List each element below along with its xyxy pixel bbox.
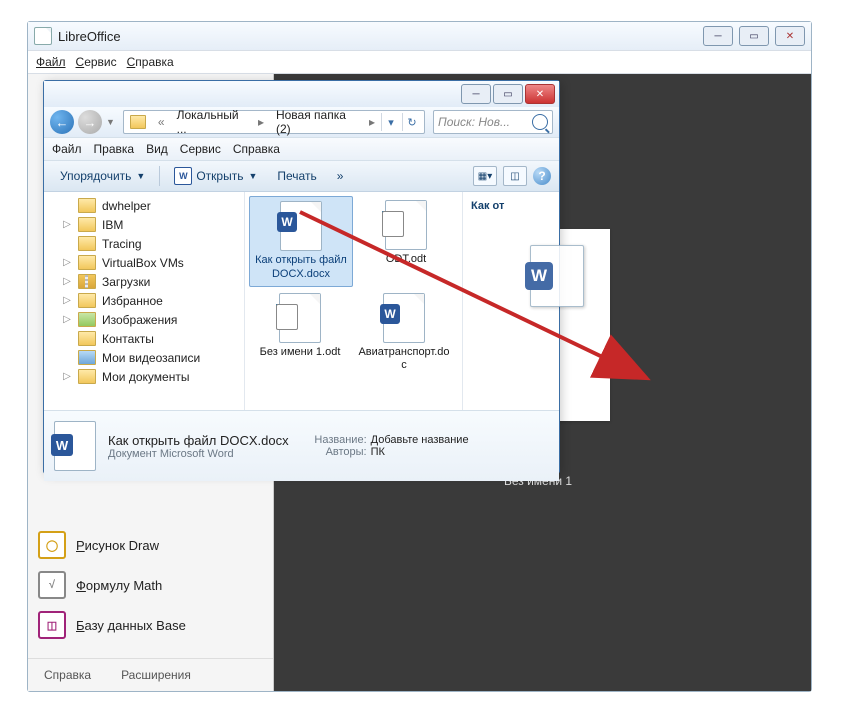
menu-view[interactable]: Вид <box>146 142 168 156</box>
open-button[interactable]: W Открыть▼ <box>166 164 265 188</box>
details-filetype: Документ Microsoft Word <box>108 448 289 460</box>
explorer-maximize-button[interactable]: ▭ <box>493 84 523 104</box>
tree-item[interactable]: Контакты <box>44 329 244 348</box>
menu-file[interactable]: Файл <box>36 55 66 69</box>
help-button[interactable]: ? <box>533 167 551 185</box>
start-item-base[interactable]: ◫ Базу данных Base <box>28 605 273 645</box>
chevron-icon: ▷ <box>62 276 72 287</box>
view-mode-button[interactable]: ▦▾ <box>473 166 497 186</box>
details-filename: Как открыть файл DOCX.docx <box>108 433 289 448</box>
start-item-math[interactable]: √ Формулу Math <box>28 565 273 605</box>
file-icon <box>276 201 326 251</box>
toolbar-more[interactable]: » <box>329 166 352 186</box>
menu-help[interactable]: Справка <box>127 55 174 69</box>
word-icon: W <box>174 167 192 185</box>
folder-icon <box>130 115 146 129</box>
tree-item[interactable]: ▷Избранное <box>44 291 244 310</box>
nav-history-arrow[interactable]: ▼ <box>106 117 115 127</box>
document-icon <box>34 27 52 45</box>
math-icon: √ <box>38 571 66 599</box>
menu-tools[interactable]: Сервис <box>180 142 221 156</box>
file-item[interactable]: Как открыть файл DOCX.docx <box>249 196 353 287</box>
tree-item[interactable]: ▷Мои документы <box>44 367 244 386</box>
file-icon <box>379 293 429 343</box>
nav-forward-button[interactable]: → <box>78 110 102 134</box>
folder-icon <box>78 312 96 327</box>
chevron-icon: ▷ <box>62 257 72 268</box>
folder-icon <box>78 369 96 384</box>
file-item[interactable]: Без имени 1.odt <box>249 289 351 378</box>
search-input[interactable]: Поиск: Нов... <box>433 110 553 134</box>
draw-icon: ◯ <box>38 531 66 559</box>
footer-extensions[interactable]: Расширения <box>121 668 191 682</box>
start-footer: Справка Расширения <box>28 658 273 691</box>
folder-tree: dwhelper▷IBMTracing▷VirtualBox VMs▷Загру… <box>44 192 245 410</box>
breadcrumb-seg2[interactable]: Новая папка (2) <box>270 108 363 136</box>
maximize-button[interactable]: ▭ <box>739 26 769 46</box>
file-icon <box>381 200 431 250</box>
details-file-icon <box>54 421 98 471</box>
file-icon <box>275 293 325 343</box>
drag-ghost-icon <box>530 245 598 315</box>
file-item[interactable]: ODT.odt <box>355 196 457 287</box>
menu-file[interactable]: Файл <box>52 142 82 156</box>
start-item-draw[interactable]: ◯ Рисунок Draw <box>28 525 273 565</box>
explorer-navbar: ← → ▼ « Локальный ... ▸ Новая папка (2) … <box>44 107 559 137</box>
tree-item[interactable]: ▷Изображения <box>44 310 244 329</box>
explorer-close-button[interactable]: ✕ <box>525 84 555 104</box>
explorer-toolbar: Упорядочить▼ W Открыть▼ Печать » ▦▾ ◫ ? <box>44 161 559 192</box>
chevron-icon: ▷ <box>62 219 72 230</box>
folder-icon <box>78 217 96 232</box>
libreoffice-titlebar[interactable]: LibreOffice ─ ▭ ✕ <box>28 22 811 50</box>
close-button[interactable]: ✕ <box>775 26 805 46</box>
organize-button[interactable]: Упорядочить▼ <box>52 166 153 186</box>
print-button[interactable]: Печать <box>269 166 324 186</box>
address-bar[interactable]: « Локальный ... ▸ Новая папка (2) ▸ ▾ ↻ <box>123 110 425 134</box>
breadcrumb-seg1[interactable]: Локальный ... <box>171 108 252 136</box>
menu-help[interactable]: Справка <box>233 142 280 156</box>
folder-icon <box>78 274 96 289</box>
window-title: LibreOffice <box>58 29 703 44</box>
refresh-button[interactable]: ↻ <box>402 113 421 131</box>
footer-help[interactable]: Справка <box>44 668 91 682</box>
search-icon <box>532 114 548 130</box>
minimize-button[interactable]: ─ <box>703 26 733 46</box>
folder-icon <box>78 255 96 270</box>
file-item[interactable]: Авиатранспорт.doc <box>353 289 455 378</box>
tree-item[interactable]: Tracing <box>44 234 244 253</box>
folder-icon <box>78 236 96 251</box>
explorer-window: ─ ▭ ✕ ← → ▼ « Локальный ... ▸ Новая папк… <box>43 80 560 474</box>
explorer-minimize-button[interactable]: ─ <box>461 84 491 104</box>
folder-icon <box>78 293 96 308</box>
menu-edit[interactable]: Правка <box>94 142 135 156</box>
tree-item[interactable]: ▷Загрузки <box>44 272 244 291</box>
tree-item[interactable]: ▷VirtualBox VMs <box>44 253 244 272</box>
libreoffice-menubar: Файл Сервис Справка <box>28 50 811 74</box>
chevron-icon: ▷ <box>62 314 72 325</box>
chevron-icon: ▷ <box>62 371 72 382</box>
explorer-titlebar[interactable]: ─ ▭ ✕ <box>44 81 559 107</box>
base-icon: ◫ <box>38 611 66 639</box>
details-authors[interactable]: ПК <box>371 446 385 458</box>
address-dropdown[interactable]: ▾ <box>381 113 400 131</box>
file-name: Авиатранспорт.doc <box>357 346 451 374</box>
nav-back-button[interactable]: ← <box>50 110 74 134</box>
tree-item[interactable]: ▷IBM <box>44 215 244 234</box>
folder-icon <box>78 198 96 213</box>
preview-pane-button[interactable]: ◫ <box>503 166 527 186</box>
tree-item[interactable]: Мои видеозаписи <box>44 348 244 367</box>
chevron-icon: ▷ <box>62 295 72 306</box>
file-list[interactable]: Как открыть файл DOCX.docx ODT.odt Без име… <box>245 192 462 410</box>
file-name: Без имени 1.odt <box>253 346 347 360</box>
tree-item[interactable]: dwhelper <box>44 196 244 215</box>
menu-service[interactable]: Сервис <box>76 55 117 69</box>
file-name: ODT.odt <box>359 253 453 267</box>
folder-icon <box>78 331 96 346</box>
folder-icon <box>78 350 96 365</box>
explorer-menubar: Файл Правка Вид Сервис Справка <box>44 137 559 161</box>
file-name: Как открыть файл DOCX.docx <box>254 254 348 282</box>
details-title[interactable]: Добавьте название <box>371 434 469 446</box>
details-pane: Как открыть файл DOCX.docx Документ Micr… <box>44 410 559 481</box>
